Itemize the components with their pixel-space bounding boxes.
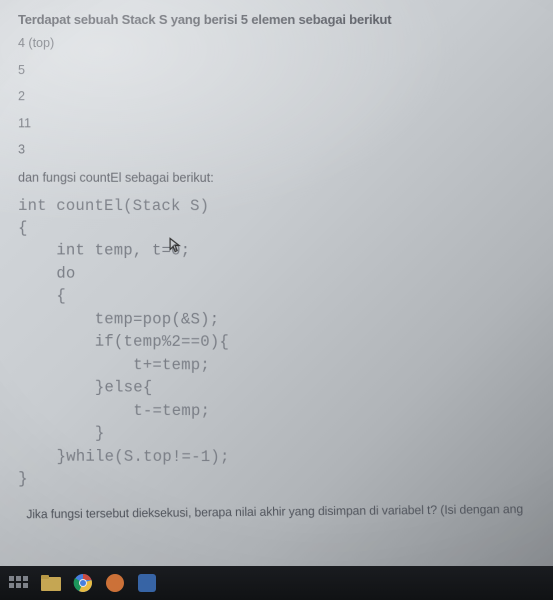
mid-text: dan fungsi countEl sebagai berikut: bbox=[18, 170, 539, 185]
code-line: int temp, t=0; bbox=[18, 242, 190, 260]
app-blue-icon[interactable] bbox=[136, 572, 158, 594]
stack-item: 11 bbox=[18, 117, 539, 130]
stack-item: 5 bbox=[18, 64, 538, 77]
stack-item: 3 bbox=[18, 143, 539, 156]
code-line: temp=pop(&S); bbox=[18, 310, 219, 329]
code-line: }while(S.top!=-1); bbox=[18, 447, 230, 466]
cursor-icon: 0 bbox=[171, 240, 181, 263]
question-page: Terdapat sebuah Stack S yang berisi 5 el… bbox=[0, 0, 553, 519]
code-line: { bbox=[18, 219, 28, 237]
chrome-icon[interactable] bbox=[72, 572, 94, 594]
code-line: } bbox=[18, 424, 104, 443]
stack-values: 4 (top) 5 2 11 3 bbox=[18, 37, 539, 156]
taskbar[interactable] bbox=[0, 566, 553, 600]
code-line: { bbox=[18, 287, 66, 305]
intro-text: Terdapat sebuah Stack S yang berisi 5 el… bbox=[18, 12, 537, 27]
windows-overflow-icon[interactable] bbox=[8, 572, 30, 594]
code-line: t-=temp; bbox=[18, 401, 210, 420]
code-line: int countEl(Stack S) bbox=[18, 196, 209, 214]
code-block: int countEl(Stack S) { int temp, t=0; do… bbox=[18, 194, 543, 492]
code-line: t+=temp; bbox=[18, 355, 210, 374]
stack-top: 4 (top) bbox=[18, 37, 538, 50]
app-orange-icon[interactable] bbox=[104, 572, 126, 594]
file-explorer-icon[interactable] bbox=[40, 572, 62, 594]
code-line: if(temp%2==0){ bbox=[18, 333, 229, 352]
code-line: do bbox=[18, 264, 75, 282]
stack-item: 2 bbox=[18, 90, 538, 103]
code-line: }else{ bbox=[18, 378, 152, 397]
code-line: } bbox=[18, 470, 28, 488]
question-text: Jika fungsi tersebut dieksekusi, berapa … bbox=[26, 501, 543, 521]
